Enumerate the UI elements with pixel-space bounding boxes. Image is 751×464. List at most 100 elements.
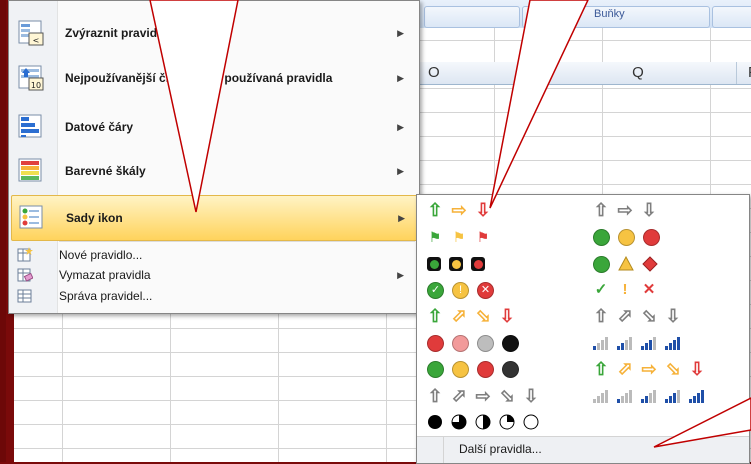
ribbon-group-label: Buňky: [594, 8, 625, 20]
column-header-o[interactable]: O: [420, 62, 541, 84]
arrow-up-gray-icon: ⇧: [593, 306, 609, 326]
diamond-red-icon: [642, 256, 658, 272]
icon-set-red-to-black[interactable]: [427, 332, 519, 354]
menu-item-data-bars[interactable]: Datové čáry ▶: [11, 105, 416, 149]
icon-set-5-quarters[interactable]: [427, 411, 539, 433]
signal-0-bars-icon: [593, 389, 609, 403]
data-bars-icon: [17, 113, 45, 141]
column-header-q[interactable]: Q: [540, 62, 737, 84]
submenu-arrow-icon: ▶: [397, 121, 404, 132]
circle-green-icon: [593, 255, 610, 273]
arrow-up-right-yellow-icon: ⇧: [612, 356, 638, 382]
exclamation-circle-icon: !: [452, 281, 469, 299]
icon-set-4-ratings[interactable]: [593, 332, 681, 354]
icon-set-3-arrows-colored[interactable]: ⇧ ⇨ ⇩: [427, 199, 491, 221]
menu-item-manage-rules[interactable]: Správa pravidel...: [11, 286, 416, 306]
submenu-arrow-icon: ▶: [397, 27, 404, 38]
arrow-right-yellow-icon: ⇨: [641, 359, 657, 379]
traffic-light-yellow-icon: [449, 257, 463, 271]
arrow-down-right-gray-icon: ⇧: [636, 303, 662, 329]
circle-green-icon: [593, 228, 610, 246]
flag-yellow-icon: ⚑: [452, 229, 466, 245]
menu-item-clear-rules[interactable]: Vymazat pravidla ▶: [11, 265, 416, 285]
conditional-formatting-menu: < Zvýraznit pravidla buněk ▶ 10 Nejpouží…: [8, 0, 420, 314]
top-bottom-rules-icon: 10: [17, 64, 45, 92]
ribbon-group-box: [424, 6, 520, 28]
icon-set-3-traffic-lights-unrimmed[interactable]: [593, 226, 660, 248]
submenu-footer: Další pravidla...: [417, 436, 749, 463]
menu-item-highlight-cells-rules[interactable]: < Zvýraznit pravidla buněk ▶: [11, 11, 416, 55]
submenu-footer-gutter: [417, 437, 444, 463]
x-icon: ✕: [642, 281, 656, 298]
triangle-yellow-icon: [618, 255, 634, 272]
signal-2-bars-icon: [641, 389, 657, 403]
flag-red-icon: ⚑: [476, 229, 490, 245]
icon-set-4-traffic-lights[interactable]: [427, 358, 519, 380]
arrow-right-yellow-icon: ⇨: [451, 200, 467, 220]
menu-item-label: Nové pravidlo...: [59, 248, 143, 262]
quarter-three-icon: [451, 414, 467, 430]
arrow-down-red-icon: ⇩: [475, 200, 491, 220]
check-circle-icon: ✓: [427, 281, 444, 299]
clear-rules-icon: [17, 267, 33, 283]
arrow-down-right-yellow-icon: ⇧: [470, 303, 496, 329]
submenu-arrow-icon: ▶: [397, 72, 404, 83]
quarter-half-icon: [475, 414, 491, 430]
more-rules-link[interactable]: Další pravidla...: [459, 442, 542, 456]
menu-item-top-bottom-rules[interactable]: 10 Nejpoužívanější či nejméně používaná …: [11, 56, 416, 100]
icon-set-5-ratings[interactable]: [593, 385, 705, 407]
menu-item-icon-sets[interactable]: Sady ikon ▶: [11, 195, 418, 241]
ribbon-group-box-right: [712, 6, 751, 28]
quarter-one-icon: [499, 414, 515, 430]
signal-1-bar-icon: [593, 336, 609, 350]
arrow-up-green-icon: ⇧: [427, 200, 443, 220]
icon-set-3-signs[interactable]: [593, 253, 658, 275]
circle-red-icon: [643, 228, 660, 246]
menu-item-label: Datové čáry: [65, 120, 134, 134]
check-icon: ✓: [594, 281, 608, 298]
quarter-full-icon: [427, 414, 443, 430]
signal-4-bars-icon: [665, 336, 681, 350]
icon-set-3-symbols-uncircled[interactable]: ✓ ! ✕: [593, 279, 657, 301]
icon-set-3-traffic-lights-rimmed[interactable]: [427, 253, 485, 275]
circle-pink-icon: [452, 334, 469, 352]
arrow-up-gray-icon: ⇧: [427, 386, 443, 406]
arrow-down-gray-icon: ⇩: [641, 200, 657, 220]
signal-4-bars-icon: [689, 389, 705, 403]
menu-item-new-rule[interactable]: Nové pravidlo...: [11, 245, 416, 265]
icon-set-4-arrows-gray[interactable]: ⇧ ⇧ ⇧ ⇩: [593, 303, 681, 329]
highlight-cells-rules-icon: <: [17, 19, 45, 47]
icon-sets-submenu: ⇧ ⇨ ⇩ ⚑ ⚑ ⚑ ✓ ! ✕ ⇧ ⇧ ⇧ ⇩ ⇧ ⇧ ⇨ ⇧ ⇩ ⇧ ⇨ …: [416, 194, 750, 464]
arrow-up-green-icon: ⇧: [593, 359, 609, 379]
manage-rules-icon: [17, 288, 33, 304]
circle-green-icon: [427, 360, 444, 378]
circle-red-icon: [477, 360, 494, 378]
arrow-up-right-yellow-icon: ⇧: [446, 303, 472, 329]
icon-set-4-arrows-colored[interactable]: ⇧ ⇧ ⇧ ⇩: [427, 303, 515, 329]
menu-item-label: Zvýraznit pravidla buněk: [65, 26, 206, 40]
icon-set-3-arrows-gray[interactable]: ⇧ ⇨ ⇩: [593, 199, 657, 221]
color-scales-icon: [17, 157, 45, 185]
menu-item-label: Sady ikon: [66, 211, 123, 225]
column-header-r[interactable]: F: [738, 62, 751, 84]
x-circle-icon: ✕: [477, 281, 494, 299]
menu-item-label: Nejpoužívanější či nejméně používaná pra…: [65, 71, 333, 85]
signal-3-bars-icon: [665, 389, 681, 403]
circle-gray-icon: [477, 334, 494, 352]
traffic-light-green-icon: [427, 257, 441, 271]
menu-item-label: Vymazat pravidla: [59, 268, 151, 282]
icon-set-5-arrows-colored[interactable]: ⇧ ⇧ ⇨ ⇧ ⇩: [593, 356, 705, 382]
svg-text:10: 10: [31, 81, 41, 90]
icon-set-5-arrows-gray[interactable]: ⇧ ⇧ ⇨ ⇧ ⇩: [427, 384, 539, 409]
icon-set-3-symbols-circled[interactable]: ✓ ! ✕: [427, 279, 494, 301]
icon-sets-icon: [18, 204, 46, 232]
svg-text:<: <: [33, 36, 40, 45]
submenu-arrow-icon: ▶: [398, 212, 405, 223]
menu-item-color-scales[interactable]: Barevné škály ▶: [11, 149, 416, 193]
exclamation-icon: !: [622, 281, 628, 298]
menu-item-label: Barevné škály: [65, 164, 146, 178]
icon-set-3-flags[interactable]: ⚑ ⚑ ⚑: [427, 226, 491, 248]
arrow-up-gray-icon: ⇧: [593, 200, 609, 220]
submenu-arrow-icon: ▶: [397, 165, 404, 176]
arrow-right-gray-icon: ⇨: [475, 386, 491, 406]
